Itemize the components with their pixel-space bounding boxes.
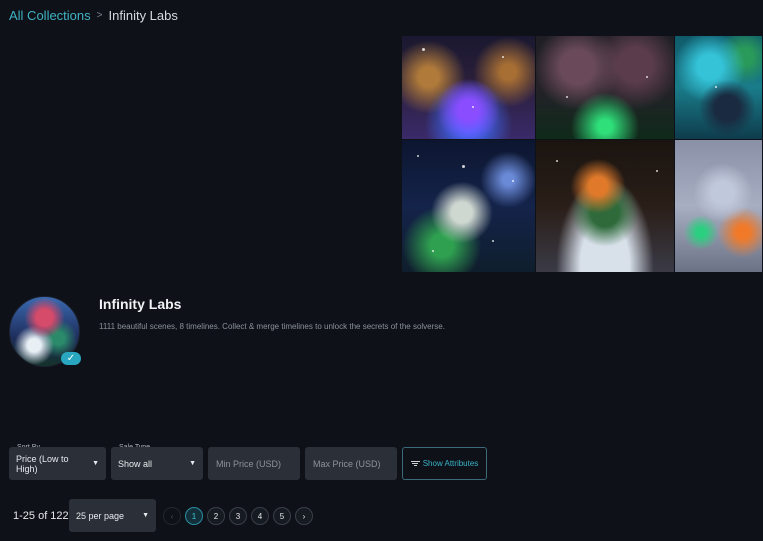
breadcrumb: All Collections > Infinity Labs bbox=[9, 8, 178, 23]
check-icon: ✓ bbox=[66, 352, 76, 364]
filter-icon bbox=[410, 461, 420, 466]
prev-page-button[interactable]: ‹ bbox=[163, 507, 181, 525]
chevron-right-icon: > bbox=[96, 10, 103, 21]
gallery-image-3 bbox=[675, 36, 763, 140]
results-range: 1-25 of 122 bbox=[13, 510, 69, 522]
show-attributes-label: Show Attributes bbox=[422, 459, 479, 468]
per-page-value: 25 per page bbox=[76, 510, 125, 521]
verified-badge: ✓ bbox=[61, 352, 81, 365]
breadcrumb-current: Infinity Labs bbox=[108, 8, 178, 23]
chevron-right-icon: › bbox=[302, 511, 306, 521]
page-button-4[interactable]: 4 bbox=[251, 507, 269, 525]
caret-down-icon: ▼ bbox=[92, 460, 99, 467]
sort-by-select[interactable]: Price (Low to High) ▼ bbox=[9, 447, 106, 480]
gallery-image-4 bbox=[402, 140, 536, 273]
sort-by-value: Price (Low to High) bbox=[16, 453, 69, 474]
sale-type-value: Show all bbox=[118, 458, 153, 469]
next-page-button[interactable]: › bbox=[295, 507, 313, 525]
gallery-image-1 bbox=[402, 36, 536, 140]
breadcrumb-all-collections-link[interactable]: All Collections bbox=[9, 8, 91, 23]
gallery-image-5 bbox=[536, 140, 675, 273]
per-page-select[interactable]: 25 per page ▼ bbox=[69, 499, 156, 532]
sale-type-select[interactable]: Show all ▼ bbox=[111, 447, 203, 480]
page-button-2[interactable]: 2 bbox=[207, 507, 225, 525]
caret-down-icon: ▼ bbox=[142, 512, 149, 519]
show-attributes-button[interactable]: Show Attributes bbox=[402, 447, 487, 480]
page-button-3[interactable]: 3 bbox=[229, 507, 247, 525]
max-price-input[interactable] bbox=[305, 447, 397, 480]
collection-description: 1111 beautiful scenes, 8 timelines. Coll… bbox=[99, 322, 445, 331]
pagination: ‹ 1 2 3 4 5 › bbox=[163, 507, 313, 525]
collection-title: Infinity Labs bbox=[99, 296, 182, 312]
caret-down-icon: ▼ bbox=[189, 460, 196, 467]
min-price-input[interactable] bbox=[208, 447, 300, 480]
gallery-image-6 bbox=[675, 140, 763, 273]
page-button-1[interactable]: 1 bbox=[185, 507, 203, 525]
gallery-image-2 bbox=[536, 36, 675, 140]
banner-gallery bbox=[402, 36, 763, 273]
chevron-left-icon: ‹ bbox=[170, 511, 174, 521]
page-button-5[interactable]: 5 bbox=[273, 507, 291, 525]
